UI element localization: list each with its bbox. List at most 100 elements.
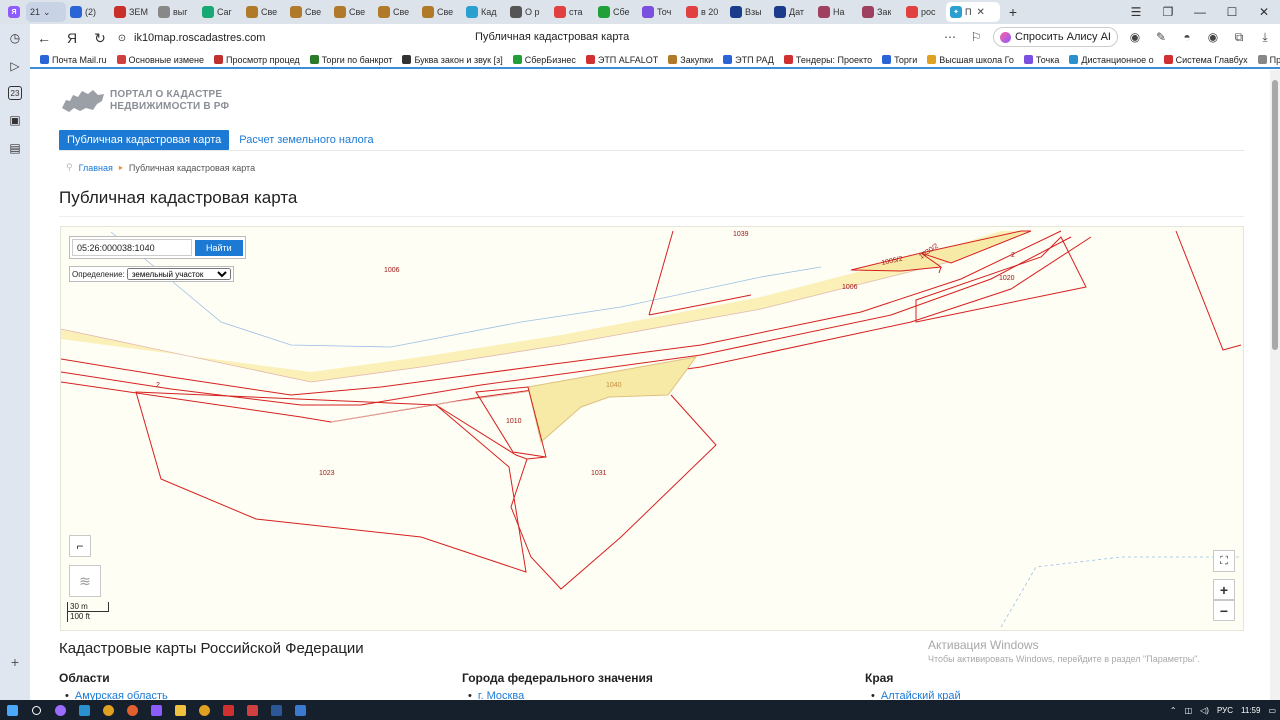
volume-icon[interactable]: ◁) [1200, 706, 1209, 715]
yandex-logo-icon[interactable]: Я [58, 30, 86, 46]
layers-button[interactable]: ≋ [69, 565, 101, 597]
bookmark-item[interactable]: СберБизнес [512, 55, 576, 65]
scrollbar-thumb[interactable] [1272, 80, 1278, 350]
cadastral-map[interactable]: 1039 1006 1006 1005/2 1030/2 2 1020 2 1040 1010 10… [60, 226, 1244, 631]
app-icon-1[interactable] [48, 700, 72, 720]
bookmark-item[interactable]: Дистанционное о [1069, 55, 1154, 65]
app-icon-4[interactable] [192, 700, 216, 720]
find-button[interactable]: Найти [195, 239, 243, 256]
back-button[interactable]: ← [30, 30, 58, 46]
play-icon[interactable]: ▷ [7, 58, 23, 74]
clock[interactable]: 11:59 [1241, 706, 1260, 715]
zoom-out-button[interactable]: − [1213, 600, 1235, 621]
browser-tab[interactable]: рос [902, 2, 946, 22]
bookmark-item[interactable]: Тендеры: Проекто [783, 55, 872, 65]
region-link-amur[interactable]: Амурская область [65, 690, 168, 700]
notifications-icon[interactable]: ▭ [1268, 706, 1276, 715]
browser-tab[interactable]: Све [374, 2, 418, 22]
ask-alice-button[interactable]: Спросить Алису AI [993, 27, 1118, 47]
start-icon[interactable] [0, 700, 24, 720]
hat-icon[interactable]: ◓ [1178, 30, 1196, 44]
browser-tab[interactable]: ста [550, 2, 594, 22]
bookmark-item[interactable]: Буква закон и звук [з] [402, 55, 503, 65]
bookmark-item[interactable]: Проф [1257, 55, 1280, 65]
menu-item-cadastral-map[interactable]: Публичная кадастровая карта [59, 130, 230, 150]
browser-tab[interactable]: выг [154, 2, 198, 22]
tray-chevron-icon[interactable]: ⌃ [1170, 706, 1177, 715]
browser-tab[interactable]: Све [286, 2, 330, 22]
calendar-icon[interactable]: 23 [8, 86, 22, 100]
browser-tab[interactable]: Car [198, 2, 242, 22]
breadcrumb-home-link[interactable]: Главная [79, 163, 113, 173]
new-tab-button[interactable]: + [1004, 3, 1022, 21]
page-scrollbar[interactable] [1270, 70, 1280, 700]
active-tab[interactable]: ✦ П ✕ [946, 2, 1000, 22]
pen-icon[interactable]: ✎ [1152, 30, 1170, 44]
site-logo[interactable]: ПОРТАЛ О КАДАСТРЕ НЕДВИЖИМОСТИ В РФ [60, 86, 229, 116]
bookmark-item[interactable]: Почта Mail.ru [40, 55, 107, 65]
app-icon-2[interactable] [72, 700, 96, 720]
bookmark-item[interactable]: Основные измене [116, 55, 204, 65]
bookmark-item[interactable]: Система Главбух [1163, 55, 1248, 65]
more-options-icon[interactable]: ⋯ [941, 30, 959, 44]
url-field[interactable]: ik10map.roscadastres.com [134, 32, 265, 44]
maximize-window-icon[interactable]: ☐ [1216, 5, 1248, 19]
krai-link-altai[interactable]: Алтайский край [871, 690, 961, 700]
browser-tab[interactable]: Све [418, 2, 462, 22]
browser-tab[interactable]: Све [242, 2, 286, 22]
definition-select[interactable]: земельный участок [126, 268, 231, 280]
tab-group-counter[interactable]: 21 ⌄ [26, 2, 66, 22]
bookmark-item[interactable]: ЭТП РАД [723, 55, 774, 65]
city-link-moscow[interactable]: г. Москва [468, 690, 524, 700]
network-icon[interactable]: ◫ [1185, 706, 1193, 715]
downloads-icon[interactable]: ⤓ [1256, 30, 1274, 45]
browser-tab[interactable]: О р [506, 2, 550, 22]
puzzle-icon[interactable]: ⧉ [1230, 30, 1248, 45]
browser-tab[interactable]: Взы [726, 2, 770, 22]
bookmark-item[interactable]: Высшая школа Го [927, 55, 1014, 65]
app-icon-3[interactable] [120, 700, 144, 720]
extension-icon[interactable]: ◉ [1204, 30, 1222, 44]
browser-tab[interactable]: в 20 [682, 2, 726, 22]
reload-button[interactable]: ↻ [86, 30, 114, 47]
minimize-window-icon[interactable]: — [1184, 5, 1216, 19]
language-indicator[interactable]: РУС [1217, 706, 1233, 715]
zoom-in-button[interactable]: + [1213, 579, 1235, 600]
bookmark-item[interactable]: Точка [1023, 55, 1059, 65]
extension-owl-icon[interactable]: ◉ [1126, 30, 1144, 44]
browser-menu-icon[interactable]: Я [4, 2, 26, 22]
pdf-icon[interactable] [216, 700, 240, 720]
browser-tab[interactable]: Зак [858, 2, 902, 22]
notes-icon[interactable]: ▤ [7, 140, 23, 156]
site-info-icon[interactable]: ⊙ [114, 33, 130, 44]
bookmark-item[interactable]: ЭТП ALFALOT [585, 55, 658, 65]
extensions-icon[interactable]: ☰ [1120, 5, 1152, 19]
close-tab-icon[interactable]: ✕ [976, 7, 984, 18]
tab-collections-icon[interactable]: ❐ [1152, 5, 1184, 19]
history-icon[interactable]: ◷ [7, 30, 23, 46]
select-area-button[interactable]: ⌐ [69, 535, 91, 557]
browser-tab[interactable]: Дат [770, 2, 814, 22]
yandex-browser-taskbar-icon[interactable] [144, 700, 168, 720]
fullscreen-button[interactable]: ⛶ [1213, 550, 1235, 572]
bookmark-icon[interactable]: ⚐ [967, 30, 985, 44]
add-panel-icon[interactable]: + [11, 654, 19, 670]
bookmark-item[interactable]: Торги [882, 55, 917, 65]
browser-tab[interactable]: ЗЕМ [110, 2, 154, 22]
app-icon-5[interactable] [240, 700, 264, 720]
browser-tab[interactable]: На [814, 2, 858, 22]
browser-tab[interactable]: (2) [66, 2, 110, 22]
close-window-icon[interactable]: ✕ [1248, 5, 1280, 19]
bookmark-item[interactable]: Закупки [668, 55, 713, 65]
app-icon-6[interactable] [288, 700, 312, 720]
gallery-icon[interactable]: ▣ [7, 112, 23, 128]
search-icon[interactable] [24, 700, 48, 720]
menu-item-land-tax[interactable]: Расчет земельного налога [239, 134, 373, 146]
browser-tab[interactable]: Сбе [594, 2, 638, 22]
bookmark-item[interactable]: Торги по банкрот [309, 55, 392, 65]
browser-tab[interactable]: Све [330, 2, 374, 22]
word-icon[interactable] [264, 700, 288, 720]
folder-icon[interactable] [168, 700, 192, 720]
browser-tab[interactable]: Точ [638, 2, 682, 22]
chrome-icon[interactable] [96, 700, 120, 720]
